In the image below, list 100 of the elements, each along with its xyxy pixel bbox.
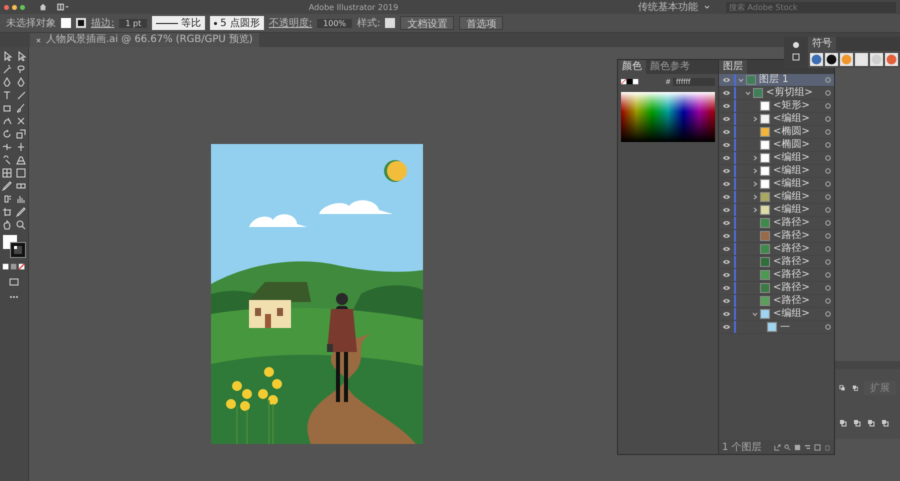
target-circle-icon[interactable] bbox=[825, 233, 831, 239]
perspective-grid-icon[interactable] bbox=[16, 155, 26, 165]
target-circle-icon[interactable] bbox=[825, 311, 831, 317]
target-circle-icon[interactable] bbox=[825, 220, 831, 226]
control-bar-button[interactable]: 首选项 bbox=[459, 16, 504, 30]
target-circle-icon[interactable] bbox=[825, 155, 831, 161]
layer-name[interactable]: — bbox=[780, 321, 825, 333]
visibility-eye-icon[interactable] bbox=[722, 77, 731, 83]
visibility-eye-icon[interactable] bbox=[722, 90, 731, 96]
layer-name[interactable]: <编组> bbox=[773, 178, 825, 190]
fill-swatch[interactable] bbox=[61, 18, 71, 28]
stroke-profile-dropdown[interactable]: 等比 bbox=[152, 16, 206, 30]
layer-name[interactable]: <路径> bbox=[773, 230, 825, 242]
visibility-eye-icon[interactable] bbox=[722, 129, 731, 135]
home-icon[interactable] bbox=[39, 3, 47, 11]
layout-icon[interactable] bbox=[57, 3, 69, 11]
blend-tool-icon[interactable] bbox=[16, 181, 26, 191]
caret-icon[interactable] bbox=[704, 5, 710, 9]
color-mode-icons[interactable] bbox=[2, 262, 26, 272]
layer-name[interactable]: <编组> bbox=[773, 113, 825, 125]
paintbrush-icon[interactable] bbox=[16, 103, 26, 113]
target-circle-icon[interactable] bbox=[825, 129, 831, 135]
visibility-eye-icon[interactable] bbox=[722, 220, 731, 226]
layer-name[interactable]: <路径> bbox=[773, 243, 825, 255]
panel-tab[interactable]: 颜色 bbox=[618, 60, 646, 74]
artboard-tool-icon[interactable] bbox=[2, 207, 12, 217]
symbol-thumbnail-icon[interactable] bbox=[840, 53, 853, 66]
workspace-dropdown[interactable]: 传统基本功能 bbox=[638, 0, 698, 14]
layer-name[interactable]: <编组> bbox=[773, 204, 825, 216]
expand-caret-icon[interactable] bbox=[745, 90, 751, 96]
symbol-thumbnail-icon[interactable] bbox=[870, 53, 883, 66]
layer-name[interactable]: <路径> bbox=[773, 256, 825, 268]
expand-caret-icon[interactable] bbox=[752, 181, 758, 187]
stroke-swatch[interactable] bbox=[76, 18, 86, 28]
target-circle-icon[interactable] bbox=[825, 103, 831, 109]
layer-name[interactable]: <剪切组> bbox=[766, 87, 825, 99]
graph-tool-icon[interactable] bbox=[16, 194, 26, 204]
target-circle-icon[interactable] bbox=[825, 116, 831, 122]
width-tool-icon[interactable] bbox=[2, 142, 12, 152]
target-circle-icon[interactable] bbox=[825, 77, 831, 83]
layer-name[interactable]: <路径> bbox=[773, 217, 825, 229]
pen-tool-icon[interactable] bbox=[2, 77, 12, 87]
zoom-icon[interactable] bbox=[16, 220, 26, 230]
layer-name[interactable]: <路径> bbox=[773, 269, 825, 281]
rotate-tool-icon[interactable] bbox=[2, 129, 12, 139]
stroke-weight-field[interactable]: 1 pt bbox=[119, 18, 148, 28]
symbol-thumbnail-icon[interactable] bbox=[810, 53, 823, 66]
new-layer-icon[interactable] bbox=[814, 444, 821, 450]
layer-name[interactable]: <路径> bbox=[773, 295, 825, 307]
layer-name[interactable]: <编组> bbox=[773, 165, 825, 177]
panel-tab[interactable]: 符号 bbox=[808, 37, 836, 51]
layer-name[interactable]: <矩形> bbox=[773, 100, 825, 112]
color-spectrum[interactable] bbox=[621, 92, 715, 142]
lasso-icon[interactable] bbox=[16, 64, 26, 74]
gradient-tool-icon[interactable] bbox=[16, 168, 26, 178]
layer-name[interactable]: <编组> bbox=[773, 191, 825, 203]
target-circle-icon[interactable] bbox=[825, 194, 831, 200]
shaper-tool-icon[interactable] bbox=[2, 116, 12, 126]
sublayer-icon[interactable] bbox=[804, 444, 811, 450]
brush-dropdown[interactable]: 5 点圆形 bbox=[210, 16, 264, 30]
symbol-thumbnail-icon[interactable] bbox=[825, 53, 838, 66]
minimize-window-button[interactable] bbox=[12, 4, 17, 10]
zoom-window-button[interactable] bbox=[20, 4, 25, 10]
layer-name[interactable]: <编组> bbox=[773, 152, 825, 164]
visibility-eye-icon[interactable] bbox=[722, 207, 731, 213]
visibility-eye-icon[interactable] bbox=[722, 259, 731, 265]
expand-caret-icon[interactable] bbox=[752, 311, 758, 317]
layer-name[interactable]: <椭圆> bbox=[773, 139, 825, 151]
target-circle-icon[interactable] bbox=[825, 298, 831, 304]
target-circle-icon[interactable] bbox=[825, 285, 831, 291]
target-circle-icon[interactable] bbox=[825, 90, 831, 96]
search-icon[interactable] bbox=[784, 444, 791, 450]
selection-tool-icon[interactable] bbox=[2, 51, 12, 61]
expand-caret-icon[interactable] bbox=[752, 207, 758, 213]
symbol-thumbnail-icon[interactable] bbox=[885, 53, 898, 66]
visibility-eye-icon[interactable] bbox=[722, 116, 731, 122]
expand-caret-icon[interactable] bbox=[752, 194, 758, 200]
fill-stroke-swatches[interactable] bbox=[3, 235, 25, 257]
type-tool-icon[interactable] bbox=[2, 90, 12, 100]
visibility-eye-icon[interactable] bbox=[722, 311, 731, 317]
target-circle-icon[interactable] bbox=[825, 142, 831, 148]
target-circle-icon[interactable] bbox=[825, 272, 831, 278]
export-icon[interactable] bbox=[774, 444, 781, 450]
expand-caret-icon[interactable] bbox=[752, 116, 758, 122]
target-circle-icon[interactable] bbox=[825, 168, 831, 174]
expand-caret-icon[interactable] bbox=[752, 155, 758, 161]
visibility-eye-icon[interactable] bbox=[722, 298, 731, 304]
scissors-icon[interactable] bbox=[16, 116, 26, 126]
opacity-field[interactable]: 100% bbox=[317, 18, 352, 28]
shape-builder-icon[interactable] bbox=[2, 155, 12, 165]
scale-tool-icon[interactable] bbox=[16, 129, 26, 139]
symbol-thumbnail-icon[interactable] bbox=[855, 53, 868, 66]
line-tool-icon[interactable] bbox=[16, 90, 26, 100]
control-bar-button[interactable]: 文档设置 bbox=[400, 16, 454, 30]
eyedropper-icon[interactable] bbox=[2, 181, 12, 191]
mesh-tool-icon[interactable] bbox=[2, 168, 12, 178]
visibility-eye-icon[interactable] bbox=[722, 324, 731, 330]
screen-mode-icon[interactable] bbox=[9, 277, 19, 287]
layer-name[interactable]: <编组> bbox=[773, 308, 825, 320]
visibility-eye-icon[interactable] bbox=[722, 272, 731, 278]
